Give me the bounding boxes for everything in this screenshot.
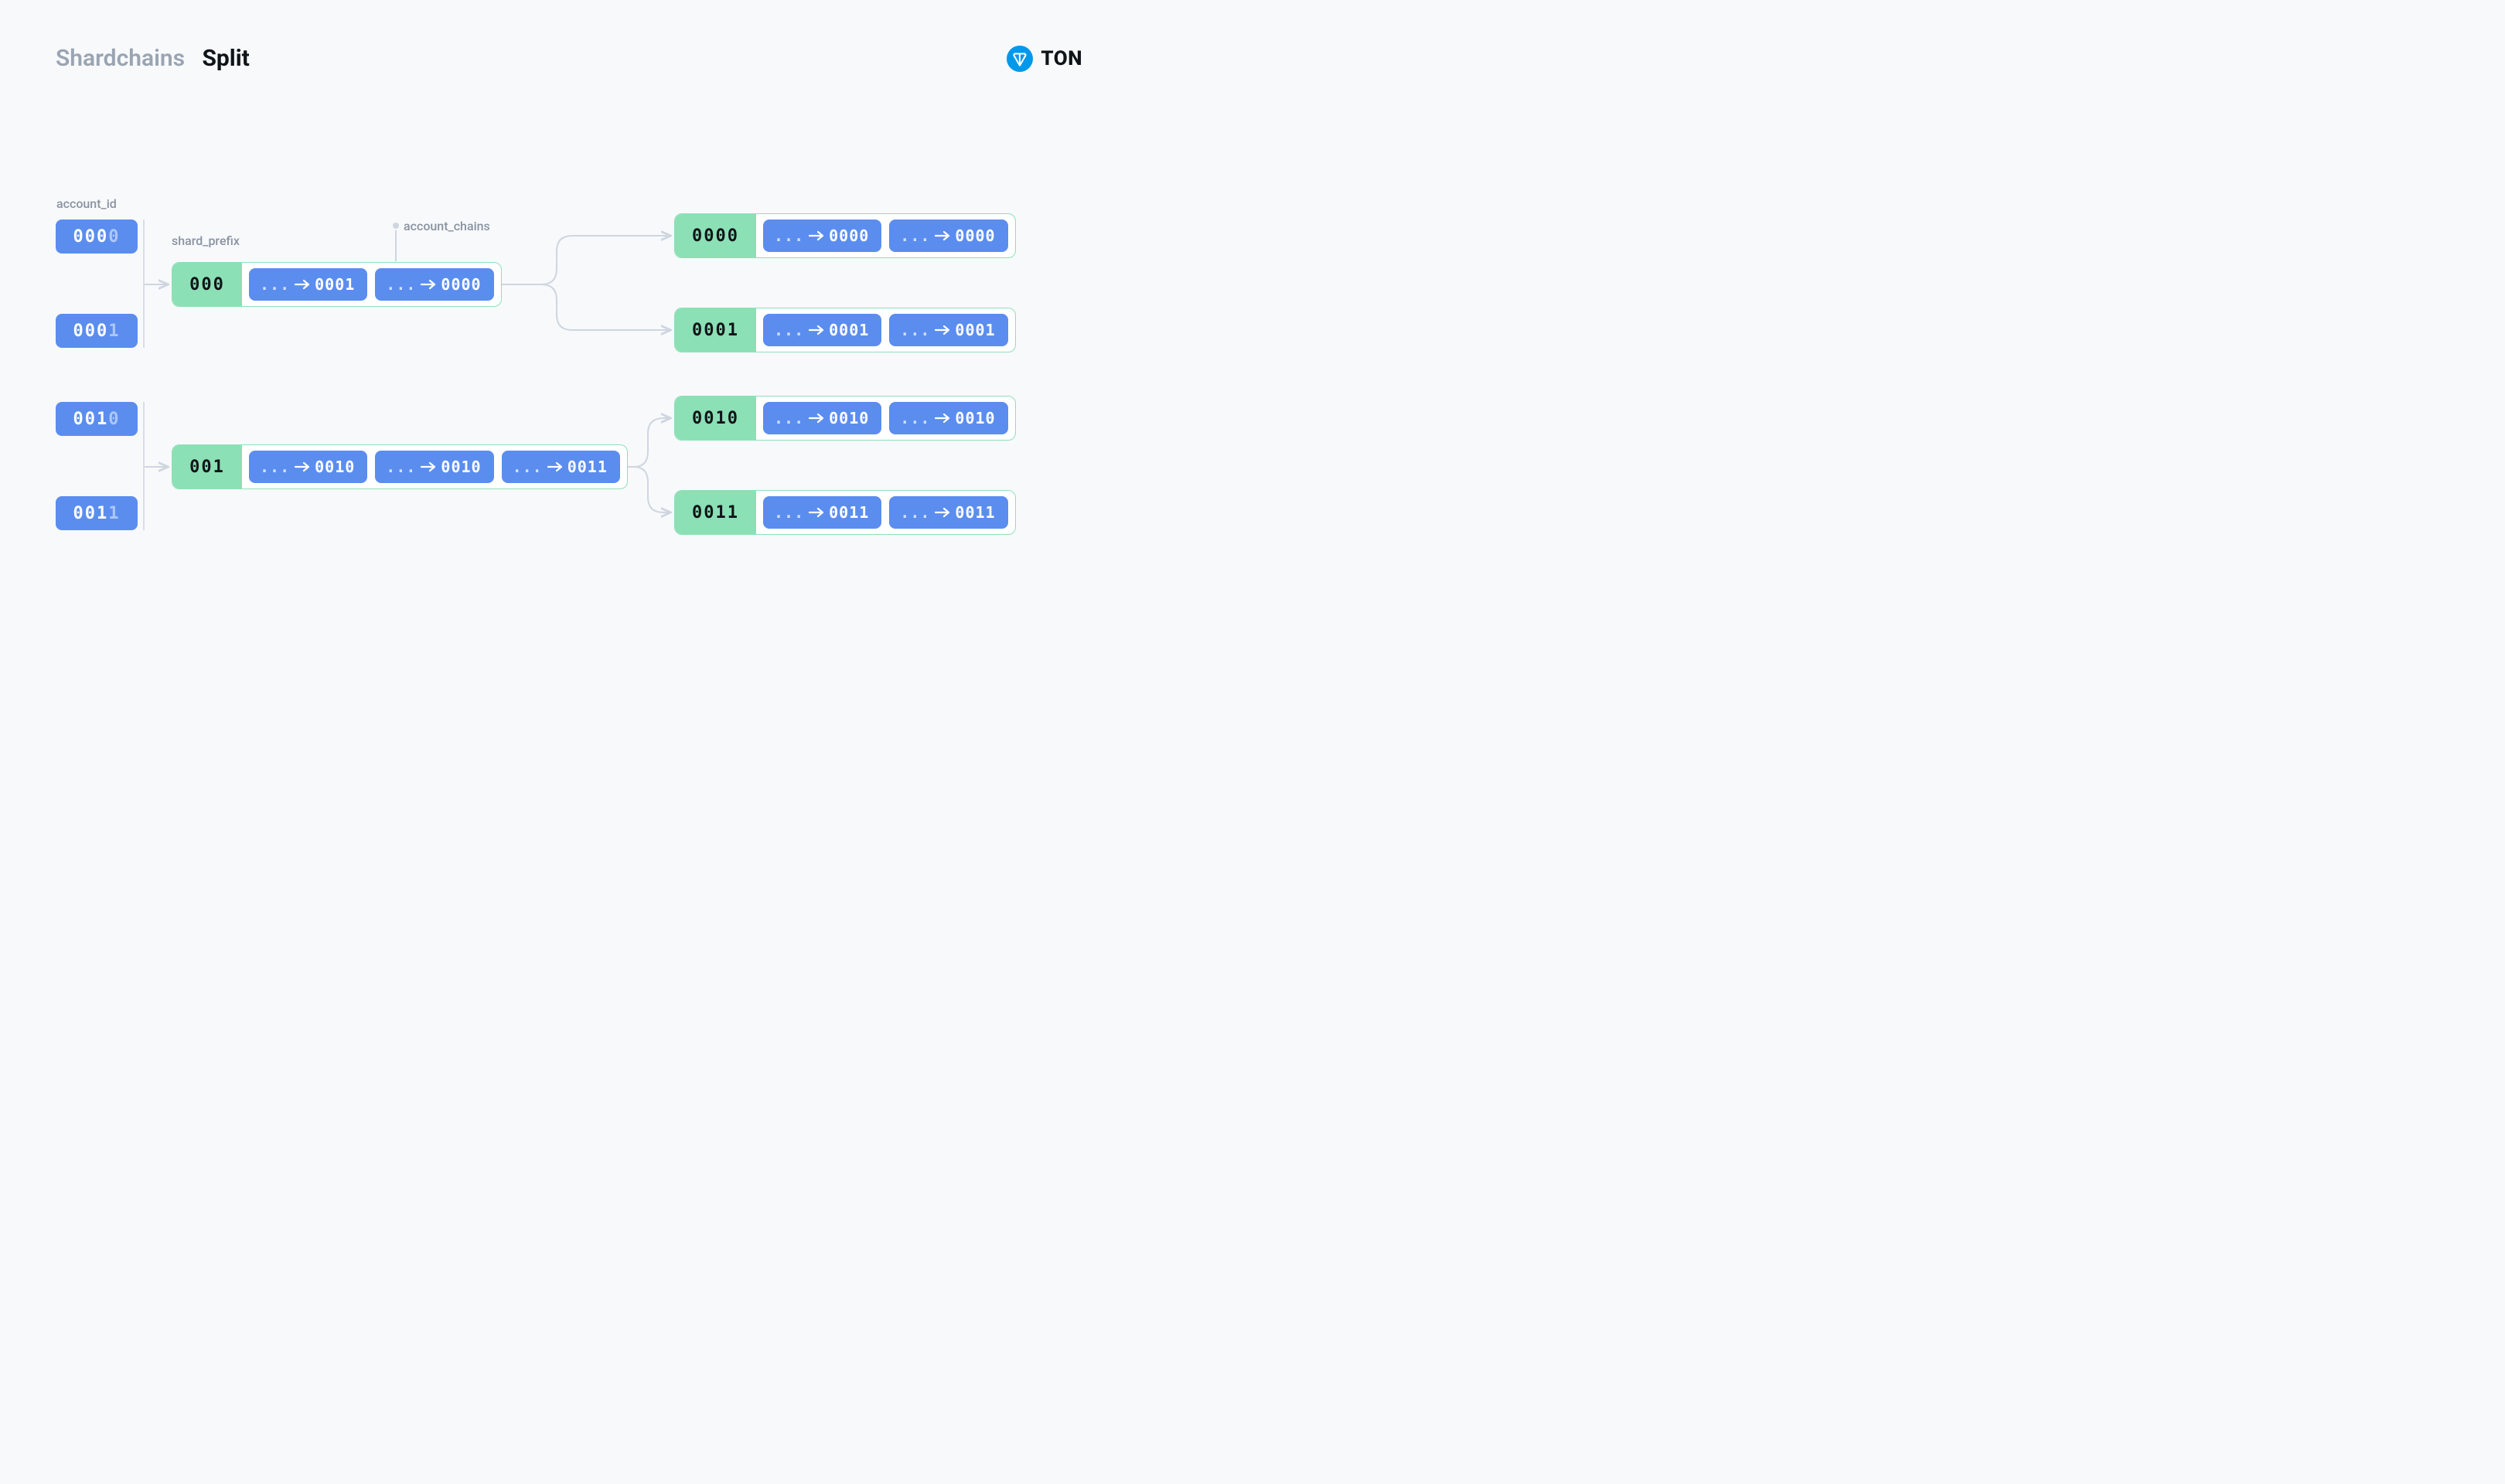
account-chip: 0000 <box>56 220 138 254</box>
account-base: 000 <box>73 227 109 247</box>
label-account-chains: account_chains <box>404 219 490 233</box>
account-base: 001 <box>73 504 109 523</box>
shard-prefix: 0010 <box>675 397 756 440</box>
chain-value: 0001 <box>315 275 355 294</box>
shard-chains: ...0011 ...0011 <box>756 491 1015 534</box>
account-last: 0 <box>108 227 120 247</box>
chain-chip: ...0000 <box>375 268 493 301</box>
source-shard: 000 ...0001 ...0000 <box>172 262 502 307</box>
label-account-id: account_id <box>56 196 117 211</box>
chain-chip: ...0011 <box>763 496 881 529</box>
shard-chains: ...0001 ...0001 <box>756 308 1015 352</box>
vertical-rule <box>143 220 145 348</box>
diagram-canvas: account_id shard_prefix account_chains 0… <box>0 0 1138 674</box>
chain-value: 0010 <box>315 458 355 476</box>
label-shard-prefix: shard_prefix <box>172 233 240 248</box>
shard-prefix: 0001 <box>675 308 756 352</box>
chain-chip: ...0001 <box>889 314 1007 346</box>
chain-value: 0011 <box>829 503 869 522</box>
chain-chip: ...0010 <box>763 402 881 434</box>
split-shard: 0000 ...0000 ...0000 <box>674 213 1016 258</box>
chain-chip: ...0000 <box>889 220 1007 252</box>
split-shard: 0011 ...0011 ...0011 <box>674 490 1016 535</box>
chain-value: 0011 <box>567 458 608 476</box>
chain-value: 0010 <box>955 409 995 427</box>
chain-value: 0000 <box>441 275 481 294</box>
chain-value: 0010 <box>441 458 481 476</box>
account-chip: 0010 <box>56 402 138 436</box>
chain-chip: ...0010 <box>889 402 1007 434</box>
shard-chains: ...0000 ...0000 <box>756 214 1015 257</box>
account-base: 001 <box>73 410 109 429</box>
chain-chip: ...0011 <box>889 496 1007 529</box>
chain-value: 0001 <box>829 321 869 339</box>
chain-chip: ...0010 <box>249 451 367 483</box>
account-base: 000 <box>73 322 109 341</box>
chain-value: 0000 <box>955 226 995 245</box>
chain-chip: ...0001 <box>249 268 367 301</box>
chain-value: 0011 <box>955 503 995 522</box>
source-shard: 001 ...0010 ...0010 ...0011 <box>172 444 628 489</box>
shard-chains: ...0001 ...0000 <box>242 263 501 306</box>
shard-prefix: 0000 <box>675 214 756 257</box>
shard-prefix: 001 <box>172 445 242 488</box>
chain-value: 0010 <box>829 409 869 427</box>
account-last: 1 <box>108 504 120 523</box>
split-shard: 0001 ...0001 ...0001 <box>674 308 1016 352</box>
shard-chains: ...0010 ...0010 <box>756 397 1015 440</box>
chain-chip: ...0011 <box>502 451 620 483</box>
chain-chip: ...0010 <box>375 451 493 483</box>
shard-prefix: 000 <box>172 263 242 306</box>
account-last: 1 <box>108 322 120 341</box>
split-shard: 0010 ...0010 ...0010 <box>674 396 1016 441</box>
shard-prefix: 0011 <box>675 491 756 534</box>
callout-dot <box>391 221 400 230</box>
account-chip: 0011 <box>56 496 138 530</box>
account-chip: 0001 <box>56 314 138 348</box>
chain-chip: ...0001 <box>763 314 881 346</box>
chain-value: 0000 <box>829 226 869 245</box>
shard-chains: ...0010 ...0010 ...0011 <box>242 445 627 488</box>
chain-chip: ...0000 <box>763 220 881 252</box>
chain-value: 0001 <box>955 321 995 339</box>
account-last: 0 <box>108 410 120 429</box>
vertical-rule <box>143 402 145 530</box>
